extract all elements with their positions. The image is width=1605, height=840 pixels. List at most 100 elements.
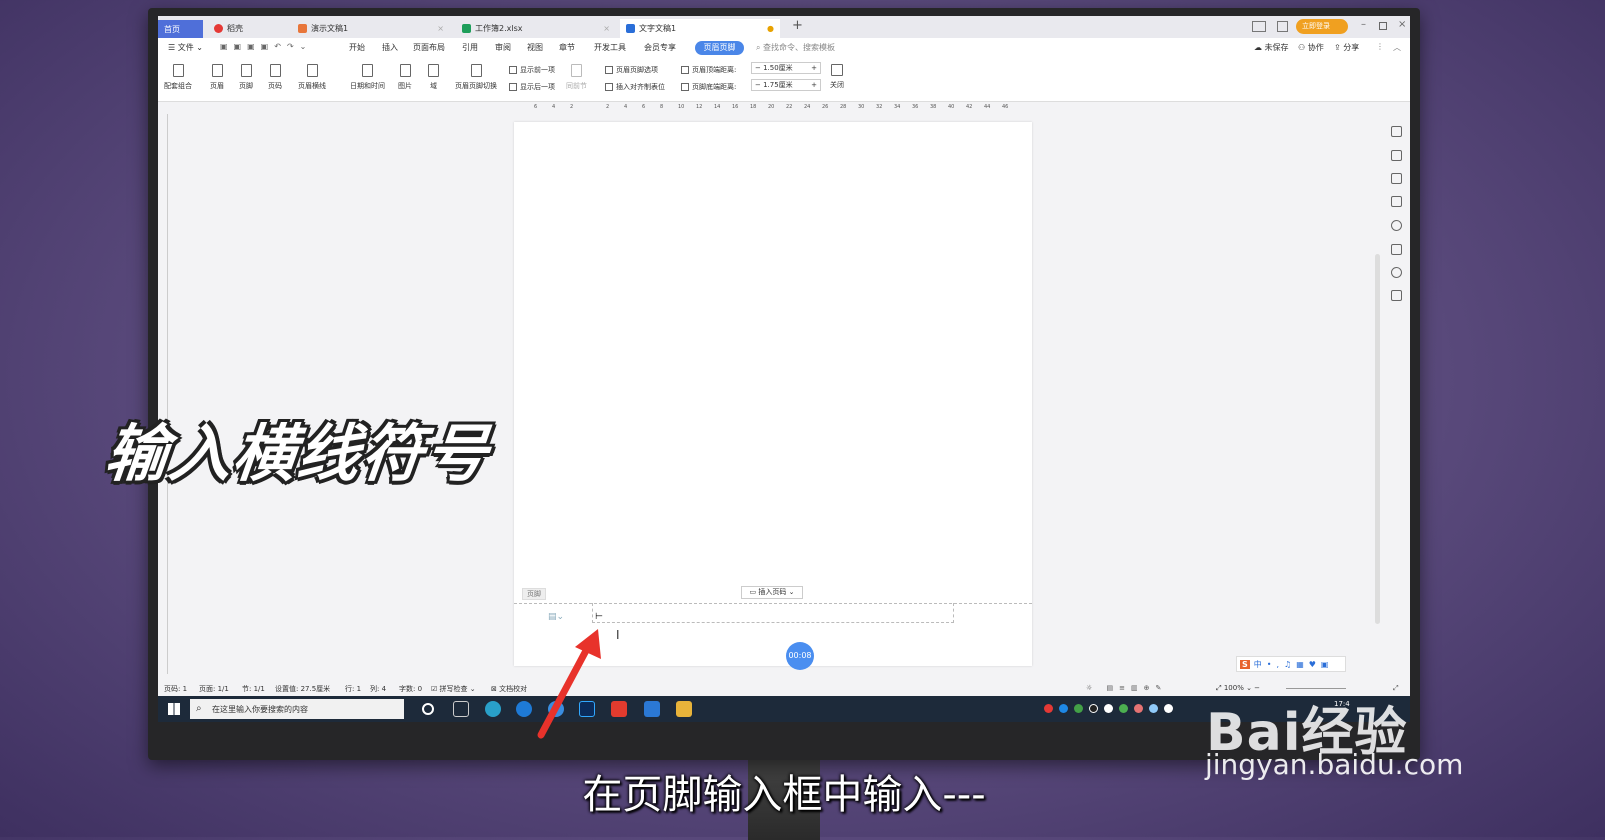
task-view-icon[interactable] (453, 701, 469, 717)
taskbar-search-placeholder: 在这里输入你要搜索的内容 (212, 704, 308, 714)
login-button[interactable]: 立即登录 (1296, 19, 1348, 34)
file-explorer-icon[interactable] (676, 701, 692, 717)
increase-icon[interactable]: + (811, 63, 817, 73)
feishu-icon[interactable] (644, 701, 660, 717)
ribbon-header-button[interactable]: 页眉 (210, 64, 224, 91)
hf-options-button[interactable]: 页眉页脚选项 (605, 65, 658, 75)
tab-header-footer[interactable]: 页眉页脚 (695, 41, 744, 55)
shield-icon[interactable] (1164, 704, 1173, 713)
insert-align-tab-button[interactable]: 插入对齐制表位 (605, 82, 665, 92)
pen-icon[interactable] (1391, 150, 1402, 161)
tab-document[interactable]: 文字文稿1 ● (620, 19, 780, 38)
unsaved-button[interactable]: ☁ 未保存 (1254, 42, 1289, 53)
menu-start[interactable]: 开始 (349, 42, 365, 53)
command-search[interactable]: ⌕ 查找命令、搜索模板 (756, 42, 835, 53)
more-icon[interactable]: ⋮ (1376, 42, 1384, 51)
horizontal-ruler[interactable]: 6 4 2 2 4 6 8 10 12 14 16 18 20 22 24 26… (516, 104, 1036, 114)
tab-presentation[interactable]: 演示文稿1 × (292, 19, 450, 38)
adjust-icon[interactable] (1391, 196, 1402, 207)
footer-bottom-value: 1.75厘米 (763, 81, 793, 89)
file-menu[interactable]: ☰ 文件 ⌄ (168, 42, 203, 53)
ruler-tick: 4 (624, 104, 628, 110)
same-as-prev-button[interactable]: 同前节 (566, 64, 587, 91)
tab-document-label: 文字文稿1 (639, 24, 677, 33)
footer-doc-icon[interactable]: ▤⌄ (548, 612, 564, 622)
ribbon-hf-switch-button[interactable]: 页眉页脚切换 (455, 64, 497, 91)
ribbon-header-line-button[interactable]: 页眉横线 (298, 64, 326, 91)
layout-icon[interactable] (1252, 21, 1266, 32)
wechat-icon[interactable] (1119, 704, 1128, 713)
header-icon (211, 64, 223, 77)
ribbon-datetime-button[interactable]: 日期和时间 (350, 64, 385, 91)
tray-icon[interactable] (1134, 704, 1143, 713)
vertical-scrollbar[interactable] (1374, 114, 1382, 674)
tray-icon[interactable] (1044, 704, 1053, 713)
unsaved-dot-icon[interactable]: ● (767, 24, 774, 33)
page-number-icon (269, 64, 281, 77)
show-prev-button[interactable]: 显示前一项 (509, 65, 555, 75)
collab-button[interactable]: ⚇ 协作 (1298, 42, 1324, 53)
menu-page-layout[interactable]: 页面布局 (413, 42, 445, 53)
doc-proof-button[interactable]: ⊠ 文档校对 (491, 684, 527, 694)
windows-start-icon[interactable] (168, 703, 180, 715)
footer-bottom-distance-input[interactable]: − 1.75厘米 + (751, 79, 821, 91)
text-cursor: ⊢ (595, 612, 603, 622)
tab-home[interactable]: 首页 (158, 20, 203, 38)
menu-references[interactable]: 引用 (462, 42, 478, 53)
menu-member[interactable]: 会员专享 (644, 42, 676, 53)
tray-icon[interactable] (1104, 704, 1113, 713)
close-window-icon[interactable]: × (1398, 19, 1406, 30)
tab-workbook[interactable]: 工作簿2.xlsx × (456, 19, 616, 38)
menu-review[interactable]: 审阅 (495, 42, 511, 53)
quick-access-icons[interactable]: ▣▣▣▣↶↷⌄ (220, 42, 312, 51)
footer-input-area[interactable] (592, 603, 954, 623)
show-next-button[interactable]: 显示后一项 (509, 82, 555, 92)
ribbon-field-button[interactable]: 域 (428, 64, 439, 91)
help-icon[interactable] (1391, 220, 1402, 231)
cursor-select-icon[interactable] (1391, 173, 1402, 184)
document-page[interactable] (514, 122, 1032, 666)
layers-icon[interactable] (1391, 126, 1402, 137)
tray-icon[interactable] (1149, 704, 1158, 713)
insert-page-number-button[interactable]: ▭ 插入页码 ⌄ (741, 586, 803, 599)
ime-toolbar[interactable]: S 中•,♫▦♥▣ (1236, 656, 1346, 672)
wps-icon[interactable] (611, 701, 627, 717)
tab-docer[interactable]: 稻壳 (208, 19, 288, 38)
increase-icon[interactable]: + (811, 80, 817, 90)
browser-360-icon[interactable] (485, 701, 501, 717)
ribbon-combo-button[interactable]: 配套组合 (164, 64, 192, 91)
cortana-icon[interactable] (422, 703, 434, 715)
menu-developer[interactable]: 开发工具 (594, 42, 626, 53)
spell-check-button[interactable]: ☑ 拼写检查 ⌄ (431, 684, 476, 694)
ribbon-footer-button[interactable]: 页脚 (239, 64, 253, 91)
close-hf-button[interactable]: 关闭 (830, 64, 844, 90)
menu-insert[interactable]: 插入 (382, 42, 398, 53)
stamp-icon[interactable] (1391, 290, 1402, 301)
restore-icon[interactable] (1379, 22, 1387, 30)
backup-icon[interactable] (1391, 244, 1402, 255)
location-icon[interactable] (1391, 267, 1402, 278)
tiktok-icon[interactable] (1089, 704, 1098, 713)
view-mode-icons[interactable]: ☼ ▤≡▥⊕✎ (1086, 684, 1167, 692)
ribbon-page-number-button[interactable]: 页码 (268, 64, 282, 91)
header-top-distance-input[interactable]: − 1.50厘米 + (751, 62, 821, 74)
edge-icon[interactable] (516, 701, 532, 717)
menu-view[interactable]: 视图 (527, 42, 543, 53)
scrollbar-thumb[interactable] (1375, 254, 1380, 624)
zoom-slider[interactable] (1286, 688, 1346, 689)
menu-chapter[interactable]: 章节 (559, 42, 575, 53)
vertical-ruler[interactable] (160, 114, 168, 674)
taskbar-search-input[interactable]: ⌕ 在这里输入你要搜索的内容 (190, 699, 404, 719)
collapse-ribbon-icon[interactable]: ︿ (1393, 42, 1401, 53)
minimize-icon[interactable]: – (1361, 19, 1366, 30)
apps-grid-icon[interactable] (1277, 21, 1288, 32)
ribbon-picture-button[interactable]: 图片 (398, 64, 412, 91)
tray-icon[interactable] (1059, 704, 1068, 713)
tray-icon[interactable] (1074, 704, 1083, 713)
ribbon-combo-label: 配套组合 (164, 82, 192, 90)
doc-proof-label: 文档校对 (499, 685, 528, 693)
new-tab-button[interactable]: + (792, 18, 803, 33)
close-icon[interactable]: × (437, 24, 444, 33)
share-button[interactable]: ⇪ 分享 (1334, 42, 1359, 53)
close-icon[interactable]: × (603, 24, 610, 33)
